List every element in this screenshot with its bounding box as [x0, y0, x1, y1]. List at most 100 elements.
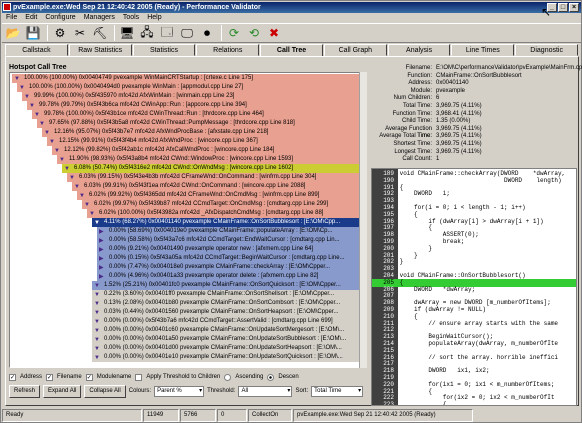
- menu-configure[interactable]: Configure: [41, 13, 79, 23]
- tree-row[interactable]: ▶ 0.00% (58.69%) 0x004019e0 pvexample CMa…: [97, 227, 360, 236]
- threshold-select[interactable]: All: [238, 385, 293, 397]
- tree-row[interactable]: ▼ 6.08% (50.74%) 0x5f4316e2 mfc42d CWnd::…: [62, 164, 360, 173]
- tab-raw-statistics[interactable]: Raw Statistics: [68, 44, 132, 56]
- menu-managers[interactable]: Managers: [80, 13, 119, 23]
- expand-arrow-icon[interactable]: ▼: [94, 282, 100, 290]
- tree-row[interactable]: ▼ 6.03% (99.15%) 0x5f43e4b3b mfc42d CFram…: [67, 173, 360, 182]
- expand-arrow-icon[interactable]: ▶: [99, 237, 104, 245]
- tree-row[interactable]: ▼ 99.78% (99.79%) 0x5f43b6ca mfc42d CWinA…: [27, 101, 360, 110]
- expand-arrow-icon[interactable]: ▼: [94, 291, 100, 299]
- open-folder-icon[interactable]: 📂: [4, 24, 22, 42]
- tab-callstack[interactable]: Callstack: [5, 44, 68, 56]
- tree-row[interactable]: ▶ 0.00% (0.15%) 0x5f43a05a mfc42d CCmdTar…: [97, 254, 360, 263]
- expand-arrow-icon[interactable]: ▼: [94, 219, 100, 227]
- tree-row[interactable]: ▼ 12.15% (99.91%) 0x5f43f4b4 mfc42d AfxWn…: [47, 137, 360, 146]
- sort-select[interactable]: Total Time: [311, 385, 364, 397]
- tree-row[interactable]: ▼ 100.00% (100.00%) 0x0040494d0 pvexample…: [17, 83, 360, 92]
- tab-analysis[interactable]: Analysis: [387, 44, 451, 56]
- tree-row[interactable]: ▼ 4.11% (68.27%) 0x00401140 pvexample CMa…: [92, 218, 360, 227]
- menu-tools[interactable]: Tools: [119, 13, 143, 23]
- expand-arrow-icon[interactable]: ▼: [44, 129, 50, 137]
- monitor-icon[interactable]: 🖵: [178, 24, 196, 42]
- expand-arrow-icon[interactable]: ▼: [19, 84, 25, 92]
- save-icon[interactable]: 💾: [24, 24, 42, 42]
- expand-arrow-icon[interactable]: ▼: [94, 354, 100, 362]
- menu-file[interactable]: File: [2, 13, 21, 23]
- expand-arrow-icon[interactable]: ▶: [99, 228, 104, 236]
- expand-arrow-icon[interactable]: ▼: [94, 309, 100, 317]
- inject-icon[interactable]: 🗔: [158, 24, 176, 42]
- stop-icon[interactable]: ✖: [265, 24, 283, 42]
- tree-row[interactable]: ▼ 0.13% (2.08%) 0x00401b80 pvexample CMai…: [92, 299, 360, 308]
- tree-row[interactable]: ▼ 6.02% (100.00%) 0x5f43982a mfc42d _AfxD…: [87, 209, 360, 218]
- source-code-view[interactable]: 189 void CMainFrame::checkArray(DWORD *d…: [371, 168, 577, 406]
- expand-arrow-icon[interactable]: ▼: [94, 336, 100, 344]
- tree-row[interactable]: ▶ 0.00% (7.47%) 0x004018e0 pvexample CMai…: [97, 263, 360, 272]
- tree-row[interactable]: ▶ 0.00% (58.58%) 0x5f43a7c6 mfc42d CCmdTa…: [97, 236, 360, 245]
- tree-row[interactable]: ▼ 6.02% (99.97%) 0x5f439b87 mfc42d CCmdTa…: [82, 200, 360, 209]
- expand-arrow-icon[interactable]: ▼: [14, 75, 20, 83]
- descending-radio[interactable]: [267, 373, 275, 381]
- tree-row[interactable]: ▼ 6.02% (99.92%) 0x5f4365dd mfc42d CFrame…: [77, 191, 360, 200]
- expand-arrow-icon[interactable]: ▼: [59, 156, 65, 164]
- tree-row[interactable]: ▼ 99.99% (100.00%) 0x5f435970 mfc42d AfxW…: [22, 92, 360, 101]
- tab-diagnostic[interactable]: Diagnostic: [515, 44, 579, 56]
- tree-row[interactable]: ▼ 12.16% (95.07%) 0x5f43b7e7 mfc42d AfxWn…: [42, 128, 360, 137]
- expand-arrow-icon[interactable]: ▼: [64, 165, 70, 173]
- collect-icon[interactable]: ⟲: [245, 24, 263, 42]
- filter-icon[interactable]: ⛏: [91, 24, 109, 42]
- expand-arrow-icon[interactable]: ▼: [84, 201, 90, 209]
- expand-arrow-icon[interactable]: ▼: [54, 147, 60, 155]
- filename-checkbox[interactable]: ✓: [46, 373, 54, 381]
- expand-arrow-icon[interactable]: ▼: [34, 111, 40, 119]
- tab-relations[interactable]: Relations: [196, 44, 260, 56]
- expand-arrow-icon[interactable]: ▶: [99, 264, 104, 272]
- tools-icon[interactable]: ✂: [71, 24, 89, 42]
- tree-row[interactable]: ▼ 97.65% (97.88%) 0x5f43b5a8 mfc42d CWinT…: [37, 119, 360, 128]
- expand-arrow-icon[interactable]: ▶: [99, 273, 104, 281]
- tree-row[interactable]: ▶ 0.00% (4.96%) 0x00401a33 pvexample oper…: [97, 272, 360, 281]
- tree-row[interactable]: ▼ 0.03% (0.44%) 0x00401560 pvexample CMai…: [92, 308, 360, 317]
- colours-select[interactable]: Parent %: [154, 385, 205, 397]
- tree-row[interactable]: ▼ 0.00% (0.00%) 0x00401a50 pvexample CMai…: [92, 335, 360, 344]
- tree-row[interactable]: ▼ 0.00% (0.00%) 0x00401c60 pvexample CMai…: [92, 326, 360, 335]
- expand-arrow-icon[interactable]: ▼: [94, 327, 100, 335]
- collapse-all-button[interactable]: Collapse All: [84, 384, 126, 398]
- tree-row[interactable]: ▼ 11.90% (98.93%) 0x5f43a8b4 mfc42d CWnd:…: [57, 155, 360, 164]
- expand-arrow-icon[interactable]: ▶: [99, 246, 104, 254]
- tree-row[interactable]: ▼ 0.00% (0.00%) 0x00401d00 pvexample CMai…: [92, 344, 360, 353]
- tab-statistics[interactable]: Statistics: [132, 44, 196, 56]
- refresh-button[interactable]: Refresh: [9, 384, 41, 398]
- menu-help[interactable]: Help: [143, 13, 165, 23]
- attach-icon[interactable]: 🖧: [138, 24, 156, 42]
- tree-row[interactable]: ▼ 12.12% (99.82%) 0x5f42ab1c mfc42d AfxCa…: [52, 146, 360, 155]
- expand-arrow-icon[interactable]: ▼: [39, 120, 45, 128]
- expand-arrow-icon[interactable]: ▼: [69, 174, 75, 182]
- expand-all-button[interactable]: Expand All: [43, 384, 82, 398]
- address-checkbox[interactable]: ✓: [9, 373, 16, 381]
- expand-arrow-icon[interactable]: ▼: [49, 138, 55, 146]
- tree-row[interactable]: ▼ 99.78% (100.00%) 0x5f43b1ce mfc42d CWin…: [32, 110, 360, 119]
- expand-arrow-icon[interactable]: ▼: [89, 210, 95, 218]
- expand-arrow-icon[interactable]: ▼: [79, 192, 85, 200]
- call-tree[interactable]: ▼ 100.00% (100.00%) 0x00404749 pvexample …: [9, 72, 367, 368]
- expand-arrow-icon[interactable]: ▼: [94, 300, 100, 308]
- expand-arrow-icon[interactable]: ▶: [99, 255, 104, 263]
- tree-row[interactable]: ▼ 6.03% (99.91%) 0x5f43f1ea mfc42d CWnd::…: [72, 182, 360, 191]
- tree-row[interactable]: ▼ 0.22% (3.60%) 0x00401ff0 pvexample CMai…: [92, 290, 360, 299]
- tree-row[interactable]: ▼ 0.00% (0.00%) 0x00401e10 pvexample CMai…: [92, 353, 360, 362]
- ascending-radio[interactable]: [224, 373, 232, 381]
- tree-row[interactable]: ▶ 0.00% (9.21%) 0x00401490 pvexample oper…: [97, 245, 360, 254]
- expand-arrow-icon[interactable]: ▼: [94, 318, 100, 326]
- modulename-checkbox[interactable]: ✓: [85, 373, 93, 381]
- expand-arrow-icon[interactable]: ▼: [24, 93, 30, 101]
- tab-call-graph[interactable]: Call Graph: [323, 44, 387, 56]
- record-icon[interactable]: ⏺: [198, 24, 216, 42]
- expand-arrow-icon[interactable]: ▼: [94, 345, 100, 353]
- tree-row[interactable]: ▼ 100.00% (100.00%) 0x00404749 pvexample …: [12, 74, 360, 83]
- tree-row[interactable]: ▼ 1.52% (25.21%) 0x00401fc0 pvexample CMa…: [92, 281, 360, 290]
- maximize-button[interactable]: □: [558, 3, 568, 12]
- menu-edit[interactable]: Edit: [21, 13, 41, 23]
- close-button[interactable]: ×: [569, 3, 579, 12]
- tab-line-times[interactable]: Line Times: [451, 44, 515, 56]
